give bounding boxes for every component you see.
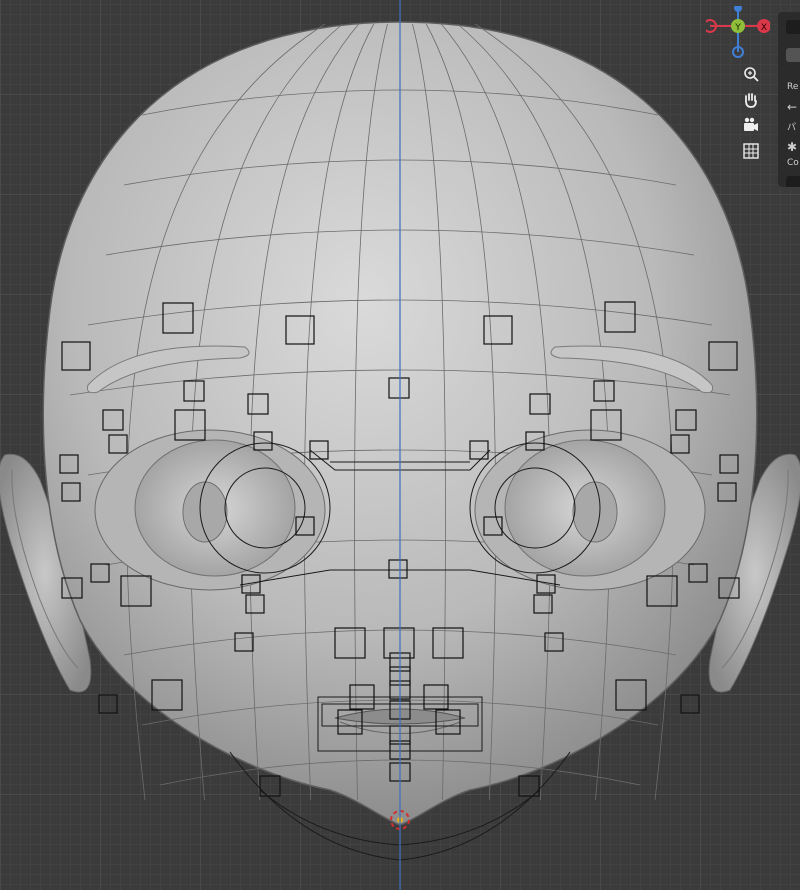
panel-field[interactable] (786, 48, 800, 62)
zoom-icon[interactable] (740, 63, 762, 85)
x-axis-label[interactable]: X (761, 23, 767, 33)
navigation-gizmo[interactable]: X Y (706, 6, 770, 62)
control-handle[interactable] (98, 694, 118, 714)
3d-viewport[interactable]: X Y Re ← パ ✱ Co (0, 0, 800, 890)
hand-pan-icon[interactable] (740, 89, 762, 111)
camera-icon[interactable] (740, 114, 762, 136)
panel-field-dark[interactable] (786, 176, 800, 187)
panel-dropdown[interactable] (786, 20, 800, 34)
panel-label-pa: パ (787, 123, 797, 133)
control-handle[interactable] (680, 694, 700, 714)
viewport-scene[interactable] (0, 0, 800, 890)
panel-label-co: Co (787, 158, 799, 168)
grid-icon[interactable] (740, 140, 762, 162)
back-arrow-icon[interactable]: ← (787, 100, 797, 114)
pose-icon[interactable]: ✱ (787, 140, 797, 154)
sidebar-panel[interactable]: Re ← パ ✱ Co (778, 12, 800, 187)
panel-label-re: Re (787, 82, 799, 92)
y-axis-label[interactable]: Y (734, 23, 741, 33)
